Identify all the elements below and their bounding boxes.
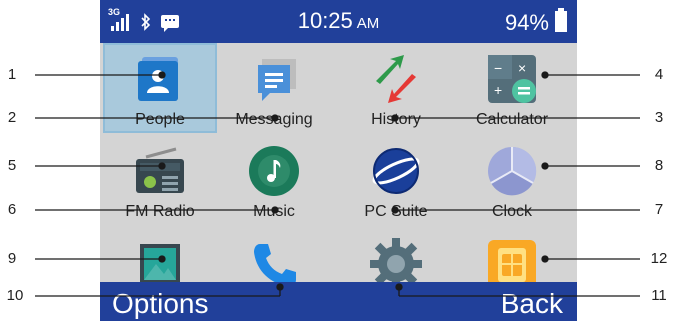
app-label: Clock (491, 203, 532, 220)
svg-text:×: × (518, 60, 526, 76)
callout-12: 12 (650, 250, 668, 267)
svg-text:+: + (494, 82, 502, 98)
battery-percent: 94% (504, 10, 549, 35)
app-music[interactable]: Music (217, 135, 331, 225)
app-label: Messaging (235, 111, 313, 128)
battery-indicator: 94% (505, 8, 567, 38)
callout-9: 9 (7, 250, 17, 267)
history-icon (368, 51, 424, 107)
callout-4: 4 (654, 66, 664, 83)
status-bar: 3G 10:25 AM 94% (100, 0, 577, 43)
callout-10: 10 (6, 287, 24, 304)
app-label: History (371, 111, 421, 128)
svg-text:−: − (494, 60, 502, 76)
callout-1: 1 (7, 66, 17, 83)
app-people[interactable]: People (103, 43, 217, 133)
options-softkey[interactable]: Options (112, 288, 209, 320)
radio-icon (132, 143, 188, 199)
app-label: Calculator (475, 111, 549, 128)
softkey-bar: Options Back (100, 282, 577, 321)
messaging-icon (246, 51, 302, 107)
calculator-icon: − × + (484, 51, 540, 107)
back-softkey[interactable]: Back (501, 288, 563, 320)
app-history[interactable]: History (339, 43, 453, 133)
people-icon (132, 51, 188, 107)
callout-3: 3 (654, 109, 664, 126)
time-text: 10:25 (297, 8, 353, 33)
app-label: Music (253, 203, 295, 220)
callout-6: 6 (7, 201, 17, 218)
app-calculator[interactable]: − × + Calculator (455, 43, 569, 133)
battery-icon (555, 8, 567, 38)
clock-icon (484, 143, 540, 199)
app-fm-radio[interactable]: FM Radio (103, 135, 217, 225)
app-label: PC Suite (364, 203, 428, 220)
phone-screen: 3G 10:25 AM 94% People Messaging History… (100, 0, 577, 321)
app-messaging[interactable]: Messaging (217, 43, 331, 133)
app-pc-suite[interactable]: PC Suite (339, 135, 453, 225)
ampm-text: AM (356, 15, 380, 32)
callout-11: 11 (651, 287, 667, 304)
music-icon (246, 143, 302, 199)
callout-5: 5 (7, 157, 17, 174)
callout-7: 7 (654, 201, 664, 218)
callout-2: 2 (7, 109, 17, 126)
app-clock[interactable]: Clock (455, 135, 569, 225)
pc-suite-icon (368, 143, 424, 199)
callout-8: 8 (654, 157, 664, 174)
